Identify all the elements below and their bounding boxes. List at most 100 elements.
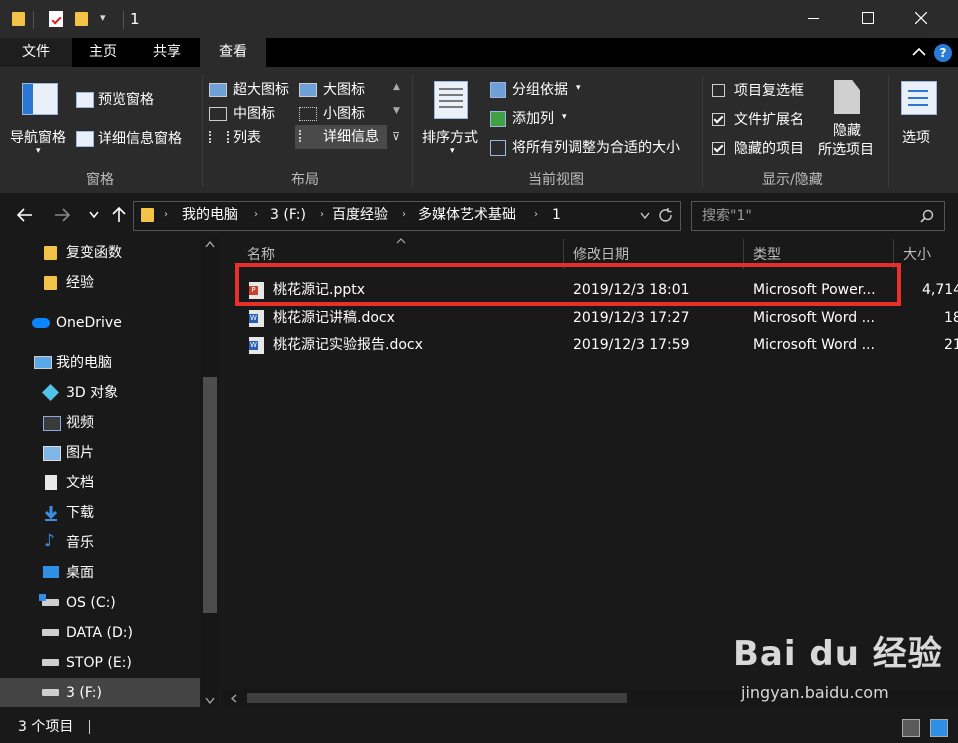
breadcrumb-item[interactable]: 多媒体艺术基础 [418,208,516,222]
sidebar-item-pictures[interactable]: 图片 [0,438,200,468]
scroll-up-icon[interactable] [205,241,215,248]
divider [702,75,703,187]
column-header-type[interactable]: 类型 [753,248,781,262]
layout-large-icons[interactable]: 大图标 [297,79,387,101]
scroll-left-icon[interactable] [231,694,237,703]
sidebar-item-drive-d[interactable]: DATA (D:) [0,618,200,648]
size-all-columns-button[interactable]: 将所有列调整为合适的大小 [490,137,700,159]
details-pane-button[interactable]: 详细信息窗格 [76,128,200,150]
column-header-size[interactable]: 大小 [903,248,931,262]
layout-small-icons[interactable]: 小图标 [297,103,387,125]
customize-qat-icon[interactable]: ▾ [100,12,106,23]
medium-icons-label: 中图标 [233,106,275,122]
medium-icons-icon [209,107,227,121]
scroll-down-icon[interactable]: ▼ [393,107,400,116]
tab-share[interactable]: 共享 [134,38,200,67]
sidebar-item-this-pc[interactable]: 我的电脑 [0,348,200,378]
sidebar-item-3d-objects[interactable]: 3D 对象 [0,378,200,408]
sidebar-item-drive-f[interactable]: 3 (F:) [0,678,200,708]
hidden-items-toggle[interactable]: 隐藏的项目 [710,139,814,159]
nav-pane-button[interactable]: 导航窗格 ▾ [8,75,72,165]
forward-icon[interactable] [54,208,70,222]
large-icons-icon [299,83,317,97]
search-input[interactable]: 搜索"1" [702,209,752,223]
layout-medium-icons[interactable]: 中图标 [207,103,297,125]
sidebar-item-label: OS (C:) [66,595,116,611]
sidebar-item-downloads[interactable]: 下载 [0,498,200,528]
column-header-date[interactable]: 修改日期 [573,248,629,262]
table-row[interactable]: W 桃花源记讲稿.docx 2019/12/3 17:27 Microsoft … [237,307,958,331]
scrollbar-thumb[interactable] [203,377,217,613]
help-icon[interactable]: ? [934,44,952,62]
sidebar-item-label: 文档 [66,475,94,491]
scrollbar-thumb[interactable] [247,693,627,703]
small-icons-label: 小图标 [323,106,365,122]
sidebar-item-drive-e[interactable]: STOP (E:) [0,648,200,678]
search-box[interactable]: 搜索"1" [691,201,945,231]
address-dropdown-icon[interactable] [640,212,650,219]
collapse-ribbon-icon[interactable] [912,47,926,57]
sidebar-item-desktop[interactable]: 桌面 [0,558,200,588]
column-header-name[interactable]: 名称 [247,248,275,262]
breadcrumb-item[interactable]: 百度经验 [332,208,388,222]
hide-selected-button[interactable]: 隐藏 所选项目 [816,75,882,169]
tab-file[interactable]: 文件 [0,38,72,67]
sidebar-item-label: 音乐 [66,535,94,551]
add-columns-button[interactable]: 添加列 ▾ [490,108,590,130]
details-label: 详细信息 [323,129,379,145]
group-by-button[interactable]: 分组依据 ▾ [490,79,590,101]
sidebar-item-fubian[interactable]: 复变函数 [0,238,200,268]
back-icon[interactable] [17,208,33,222]
breadcrumb-item[interactable]: 我的电脑 [182,208,238,222]
file-name: 桃花源记实验报告.docx [273,337,423,353]
sidebar-item-music[interactable]: ♪ 音乐 [0,528,200,558]
item-checkboxes-toggle[interactable]: 项目复选框 [710,81,814,101]
breadcrumb-item[interactable]: 1 [552,208,561,222]
details-view-icon[interactable] [902,719,920,737]
checkbox-checked-icon[interactable] [712,113,725,126]
sidebar-item-jingyan[interactable]: 经验 [0,268,200,298]
up-icon[interactable] [112,206,126,223]
scroll-down-icon[interactable] [205,697,215,704]
checkbox-unchecked-icon[interactable] [712,84,725,97]
more-layouts-icon[interactable]: ⊽ [392,131,400,142]
sidebar-item-onedrive[interactable]: OneDrive [0,308,200,338]
sidebar-scrollbar[interactable] [201,237,219,707]
preview-pane-button[interactable]: 预览窗格 [76,89,196,111]
refresh-icon[interactable] [658,208,673,223]
layout-details[interactable]: 详细信息 [295,125,387,149]
divider [33,11,34,29]
sort-by-button[interactable]: 排序方式 ▾ [420,75,486,165]
properties-icon[interactable] [49,11,63,27]
maximize-icon[interactable] [862,12,874,24]
folder-icon [12,12,25,26]
file-extensions-toggle[interactable]: 文件扩展名 [710,110,814,130]
breadcrumb-item[interactable]: 3 (F:) [270,208,306,222]
minimize-icon[interactable] [808,18,819,19]
file-size: 21 [944,337,958,353]
new-folder-icon[interactable] [75,12,88,26]
tab-home[interactable]: 主页 [72,38,134,67]
large-icons-view-icon[interactable] [930,719,948,737]
address-bar[interactable]: › 我的电脑 › 3 (F:) › 百度经验 › 多媒体艺术基础 › 1 [133,201,681,231]
options-button[interactable]: 选项 [892,75,946,169]
search-icon[interactable] [920,209,934,223]
dropdown-arrow-icon: ▾ [576,83,581,93]
layout-xl-icons[interactable]: 超大图标 [207,79,297,101]
sidebar-item-label: 下载 [66,505,94,521]
group-by-label: 分组依据 [512,82,568,98]
sidebar-item-documents[interactable]: 文档 [0,468,200,498]
sidebar-item-drive-c[interactable]: OS (C:) [0,588,200,618]
scroll-up-icon[interactable]: ▲ [393,83,400,92]
video-icon [43,416,61,431]
close-icon[interactable] [915,12,927,24]
sort-by-icon [434,81,468,119]
sidebar-item-label: 经验 [66,275,94,291]
layout-list[interactable]: 列表 [207,127,297,149]
drive-icon [42,659,59,666]
checkbox-checked-icon[interactable] [712,142,725,155]
sidebar-item-videos[interactable]: 视频 [0,408,200,438]
table-row[interactable]: W 桃花源记实验报告.docx 2019/12/3 17:59 Microsof… [237,334,958,358]
recent-locations-icon[interactable] [89,211,99,219]
tab-view[interactable]: 查看 [200,38,266,67]
